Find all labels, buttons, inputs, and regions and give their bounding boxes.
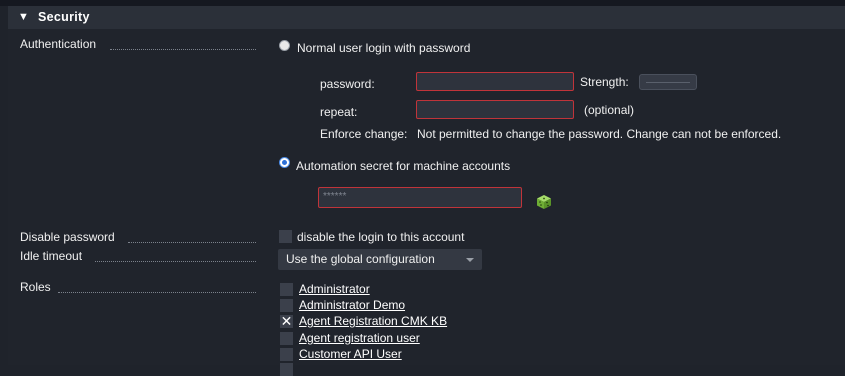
role-label-agent-registration-user[interactable]: Agent registration user <box>299 331 420 345</box>
label-dots <box>58 291 256 293</box>
role-checkbox-customer-api-user[interactable] <box>280 348 293 361</box>
idle-timeout-value: Use the global configuration <box>286 252 435 266</box>
authentication-label: Authentication <box>20 37 97 51</box>
password-input[interactable] <box>416 72 574 91</box>
option-automation-label: Automation secret for machine accounts <box>296 159 511 173</box>
automation-secret-input[interactable]: ****** <box>318 187 522 208</box>
repeat-password-input[interactable] <box>416 100 574 119</box>
section-title: Security <box>38 10 90 24</box>
role-label-administrator[interactable]: Administrator <box>299 282 370 296</box>
section-header-security[interactable]: ▼ Security <box>8 6 845 29</box>
role-label-administrator-demo[interactable]: Administrator Demo <box>299 298 405 312</box>
strength-label: Strength: <box>580 75 629 89</box>
checkmark-x-icon: ✕ <box>280 313 293 329</box>
disable-login-label: disable the login to this account <box>297 230 465 244</box>
label-dots <box>110 48 256 50</box>
idle-timeout-select[interactable]: Use the global configuration <box>278 249 482 270</box>
password-label: password: <box>320 77 375 91</box>
option-password-label: Normal user login with password <box>297 41 471 55</box>
role-label-agent-registration-cmk-kb[interactable]: Agent Registration CMK KB <box>299 314 447 328</box>
triangle-down-icon[interactable]: ▼ <box>18 11 29 23</box>
chevron-down-icon <box>466 258 474 262</box>
label-dots <box>128 241 256 243</box>
role-checkbox-administrator[interactable] <box>280 283 293 296</box>
enforce-change-label: Enforce change: <box>320 127 408 141</box>
disable-password-label: Disable password <box>20 230 115 244</box>
label-dots <box>95 260 256 262</box>
role-checkbox-agent-registration-cmk-kb[interactable]: ✕ <box>280 313 293 329</box>
idle-timeout-label: Idle timeout <box>20 249 83 263</box>
enforce-change-text: Not permitted to change the password. Ch… <box>417 127 782 141</box>
disable-login-checkbox[interactable] <box>279 230 292 243</box>
dice-icon[interactable] <box>536 194 552 210</box>
password-strength-meter <box>639 74 697 90</box>
radio-automation-secret[interactable] <box>279 157 290 168</box>
role-checkbox-administrator-demo[interactable] <box>280 299 293 312</box>
roles-label: Roles <box>20 280 51 294</box>
repeat-label: repeat: <box>320 105 358 119</box>
radio-password-login[interactable] <box>279 40 290 51</box>
optional-text: (optional) <box>584 103 635 117</box>
role-label-customer-api-user[interactable]: Customer API User <box>299 347 402 361</box>
role-checkbox-agent-registration-user[interactable] <box>280 332 293 345</box>
